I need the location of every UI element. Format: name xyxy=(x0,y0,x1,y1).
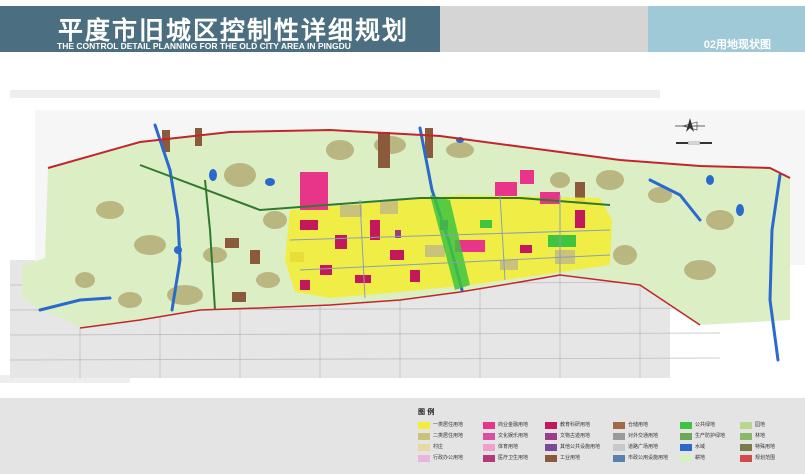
legend-swatch xyxy=(680,433,692,440)
legend-swatch xyxy=(613,422,625,429)
legend-label: 一类居住用地 xyxy=(433,422,464,428)
legend-swatch xyxy=(418,444,430,451)
legend-label: 体育用地 xyxy=(498,444,519,450)
legend-swatch xyxy=(545,455,557,462)
legend-label: 教育科研用地 xyxy=(560,422,591,428)
legend-swatch xyxy=(545,444,557,451)
title-band: 平度市旧城区控制性详细规划 THE CONTROL DETAIL PLANNIN… xyxy=(0,6,440,52)
header-gray-band xyxy=(440,6,648,52)
legend-swatch xyxy=(483,422,495,429)
legend-label: 行政办公用地 xyxy=(433,455,464,461)
legend-label: 公共绿地 xyxy=(695,422,716,428)
legend-label: 二类居住用地 xyxy=(433,433,464,439)
drawing-label-box: 02用地现状图 xyxy=(648,6,805,52)
legend-label: 水域 xyxy=(695,444,706,450)
legend-swatch xyxy=(680,455,692,462)
legend-label: 林地 xyxy=(755,433,766,439)
legend-swatch xyxy=(680,422,692,429)
land-use-map[interactable] xyxy=(0,70,805,388)
legend-label: 工业用地 xyxy=(560,455,581,461)
legend-swatch xyxy=(545,422,557,429)
legend-swatch xyxy=(740,455,752,462)
legend-label: 仓储用地 xyxy=(628,422,649,428)
frame-strip xyxy=(10,90,660,98)
legend-label: 文物古迹用地 xyxy=(560,433,591,439)
legend-title: 图 例 xyxy=(418,408,435,416)
legend-label: 商业金融用地 xyxy=(498,422,529,428)
legend-label: 园地 xyxy=(755,422,766,428)
legend-label: 医疗卫生用地 xyxy=(498,455,529,461)
legend-label: 耕地 xyxy=(695,455,706,461)
legend-label: 特殊用地 xyxy=(755,444,776,450)
legend-label: 其他公共设施用地 xyxy=(560,444,601,450)
legend-label: 村庄 xyxy=(433,444,444,450)
legend-label: 对外交通用地 xyxy=(628,433,659,439)
legend-label: 市政公用设施用地 xyxy=(628,455,669,461)
drawing-label: 02用地现状图 xyxy=(703,39,771,51)
legend-swatch xyxy=(613,455,625,462)
legend-swatch xyxy=(740,444,752,451)
legend-swatch xyxy=(613,433,625,440)
legend-swatch xyxy=(740,433,752,440)
legend-label: 道路广场用地 xyxy=(628,444,659,450)
header: 平度市旧城区控制性详细规划 THE CONTROL DETAIL PLANNIN… xyxy=(0,0,805,56)
legend-label: 生产防护绿地 xyxy=(695,433,726,439)
legend-swatch xyxy=(680,444,692,451)
legend-swatch xyxy=(545,433,557,440)
legend-swatch xyxy=(483,433,495,440)
page-subtitle: THE CONTROL DETAIL PLANNING FOR THE OLD … xyxy=(57,41,351,51)
map-canvas xyxy=(0,70,805,388)
legend-panel: 图 例 一类居住用地 二类居住用地 村庄行政办公用地 商业金融用地 文化娱乐用地 体育用地… xyxy=(0,398,805,474)
legend-swatch xyxy=(418,455,430,462)
legend-label: 规划范围 xyxy=(755,455,776,461)
legend-swatch xyxy=(740,422,752,429)
legend-swatch xyxy=(483,455,495,462)
legend-label: 文化娱乐用地 xyxy=(498,433,529,439)
legend-swatch xyxy=(483,444,495,451)
scale-bar xyxy=(676,141,712,145)
legend-swatch xyxy=(613,444,625,451)
legend-swatch xyxy=(418,433,430,440)
legend-swatch xyxy=(418,422,430,429)
